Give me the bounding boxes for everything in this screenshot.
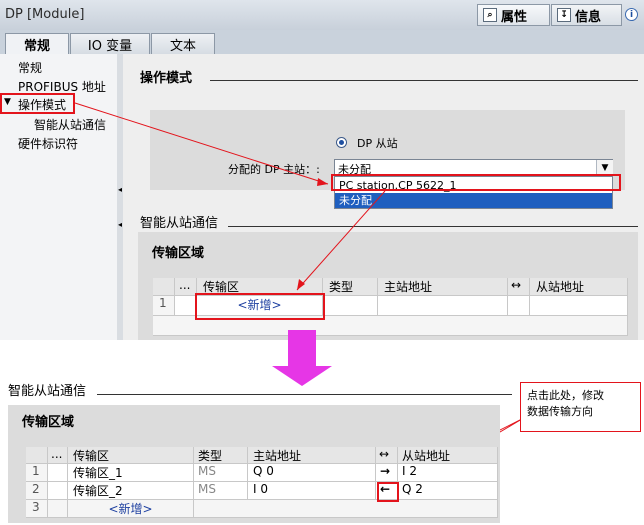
- row-number: 2: [26, 482, 48, 500]
- table-cell: [48, 464, 68, 482]
- transition-arrow-icon: [272, 366, 332, 386]
- transfer-type: MS: [194, 482, 248, 500]
- annotation-line-2: [296, 190, 386, 291]
- grid-col-direction[interactable]: ↔: [376, 447, 398, 464]
- grid-col-slave-address[interactable]: 从站地址: [398, 447, 498, 464]
- bottom-section-divider: [97, 394, 512, 395]
- add-new-row[interactable]: <新增>: [68, 500, 194, 518]
- slave-address[interactable]: Q 2: [398, 482, 498, 500]
- grid-col-transfer-area[interactable]: 传输区: [68, 447, 194, 464]
- master-address[interactable]: Q 0: [248, 464, 376, 482]
- annotation-arrowhead-1: [317, 178, 328, 186]
- transfer-area-name[interactable]: 传输区_2: [68, 482, 194, 500]
- callout-line-1: 点击此处，修改: [527, 389, 604, 402]
- grid-col-type[interactable]: 类型: [194, 447, 248, 464]
- row-number: 1: [26, 464, 48, 482]
- callout-note: 点击此处，修改 数据传输方向: [520, 382, 641, 432]
- table-cell: [48, 500, 68, 518]
- annotation-box-direction: [377, 482, 399, 502]
- master-address[interactable]: I 0: [248, 482, 376, 500]
- annotation-line-1: [74, 102, 329, 185]
- grid-col-dots[interactable]: ...: [48, 447, 68, 464]
- empty-cells: [194, 500, 498, 518]
- transition-arrow-shaft: [288, 330, 316, 368]
- annotation-arrowhead-2: [297, 279, 305, 290]
- table-cell: [48, 482, 68, 500]
- direction-right-icon[interactable]: →: [376, 464, 398, 482]
- callout-line-2: 数据传输方向: [527, 405, 593, 418]
- row-number: 3: [26, 500, 48, 518]
- bottom-section-title: 智能从站通信: [8, 384, 87, 399]
- grid-col-num: [26, 447, 48, 464]
- transfer-area-name[interactable]: 传输区_1: [68, 464, 194, 482]
- transfer-type: MS: [194, 464, 248, 482]
- slave-address[interactable]: I 2: [398, 464, 498, 482]
- bottom-transfer-title: 传输区域: [22, 415, 75, 430]
- grid-col-master-address[interactable]: 主站地址: [248, 447, 376, 464]
